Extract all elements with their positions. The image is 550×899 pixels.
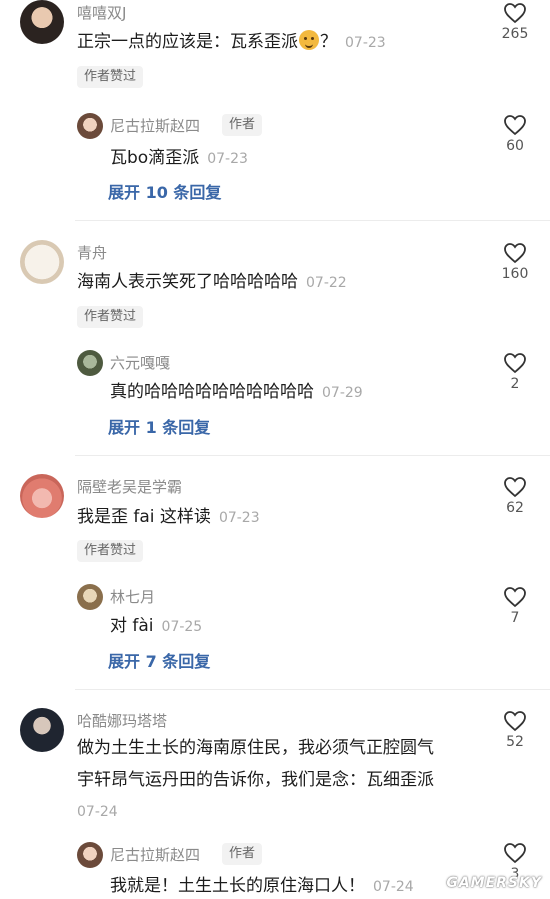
comment-time: 07-22 [306, 275, 347, 291]
like-count: 265 [501, 26, 529, 42]
divider [75, 220, 550, 221]
comment-author[interactable]: 哈酷娜玛塔塔 [77, 710, 167, 731]
heart-outline-icon [504, 3, 526, 24]
like-button[interactable]: 2 [495, 352, 535, 392]
reply-text-body: 真的哈哈哈哈哈哈哈哈哈哈 [110, 382, 314, 402]
reply-text: 我就是！土生土长的原住海口人！ 07-24 [110, 874, 414, 899]
comment-text-body: 海南人表示笑死了哈哈哈哈哈 [77, 272, 298, 292]
heart-outline-icon [504, 115, 526, 136]
reply-text-body: 我就是！土生土长的原住海口人！ [110, 876, 365, 896]
author-liked-badge: 作者赞过 [77, 540, 144, 562]
like-count: 160 [501, 266, 529, 282]
reply-author[interactable]: 尼古拉斯赵四 [110, 844, 200, 865]
avatar[interactable] [77, 584, 103, 610]
comment-author[interactable]: 青舟 [77, 242, 107, 263]
reply-text: 瓦bo滴歪派 07-23 [110, 146, 248, 171]
reply-author[interactable]: 尼古拉斯赵四 [110, 115, 200, 136]
comment-text: 海南人表示笑死了哈哈哈哈哈 07-22 [77, 270, 347, 295]
like-count: 2 [510, 376, 520, 392]
comment-author[interactable]: 嘻嘻双J [77, 2, 126, 23]
author-tag: 作者 [222, 843, 263, 865]
avatar[interactable] [20, 708, 64, 752]
comment-author[interactable]: 隔壁老吴是学霸 [77, 476, 182, 497]
reply-text: 真的哈哈哈哈哈哈哈哈哈哈 07-29 [110, 380, 363, 405]
heart-outline-icon [504, 477, 526, 498]
reply-text: 对 fài 07-25 [110, 614, 202, 639]
heart-outline-icon [504, 243, 526, 264]
expand-replies-button[interactable]: 展开 1 条回复 [108, 414, 210, 438]
author-liked-badge: 作者赞过 [77, 66, 144, 88]
reply-time: 07-24 [373, 879, 414, 895]
author-liked-badge: 作者赞过 [77, 306, 144, 328]
comment-text-body: 我是歪 fai 这样读 [77, 507, 211, 527]
divider [75, 689, 550, 690]
comment-text-line1: 做为土生土长的海南原住民，我必须气正腔圆气 [77, 738, 434, 758]
divider [75, 455, 550, 456]
avatar[interactable] [77, 350, 103, 376]
comment-time: 07-24 [77, 804, 118, 820]
author-tag: 作者 [222, 114, 263, 136]
reply-time: 07-23 [207, 151, 248, 167]
avatar[interactable] [20, 240, 64, 284]
avatar[interactable] [77, 842, 103, 868]
reply-author[interactable]: 六元嘎嘎 [110, 352, 170, 373]
like-button[interactable]: 265 [495, 2, 535, 42]
reply-text-body: 瓦bo滴歪派 [110, 148, 200, 168]
like-count: 7 [510, 610, 520, 626]
reply-author[interactable]: 林七月 [110, 586, 155, 607]
comment-text-line2: 宇轩昂气运丹田的告诉你，我们是念：瓦细歪派 [77, 770, 434, 790]
heart-outline-icon [504, 353, 526, 374]
heart-outline-icon [504, 587, 526, 608]
face-emoji-icon [299, 30, 319, 50]
comment-time: 07-23 [345, 35, 386, 51]
heart-outline-icon [504, 711, 526, 732]
like-count: 60 [506, 138, 524, 154]
watermark: GAMERSKY [446, 875, 542, 891]
like-button[interactable]: 52 [495, 710, 535, 750]
like-count: 52 [506, 734, 524, 750]
like-button[interactable]: 7 [495, 586, 535, 626]
like-button[interactable]: 60 [495, 114, 535, 154]
expand-replies-button[interactable]: 展开 7 条回复 [108, 648, 210, 672]
reply-time: 07-29 [322, 385, 363, 401]
like-button[interactable]: 160 [495, 242, 535, 282]
comment-time: 07-23 [218, 510, 260, 526]
reply-time: 07-25 [161, 619, 203, 635]
comment-text-suffix: ？ [320, 32, 337, 52]
like-button[interactable]: 62 [495, 476, 535, 516]
comment-text: 我是歪 fai 这样读 07-23 [77, 505, 260, 530]
like-count: 62 [506, 500, 524, 516]
avatar[interactable] [20, 0, 64, 44]
comment-text-body: 正宗一点的应该是：瓦系歪派 [77, 32, 298, 52]
avatar[interactable] [20, 474, 64, 518]
comment-text: 正宗一点的应该是：瓦系歪派 ？ 07-23 [77, 30, 386, 55]
heart-outline-icon [504, 843, 526, 864]
reply-text-body: 对 fài [110, 616, 154, 636]
avatar[interactable] [77, 113, 103, 139]
expand-replies-button[interactable]: 展开 10 条回复 [108, 179, 221, 203]
